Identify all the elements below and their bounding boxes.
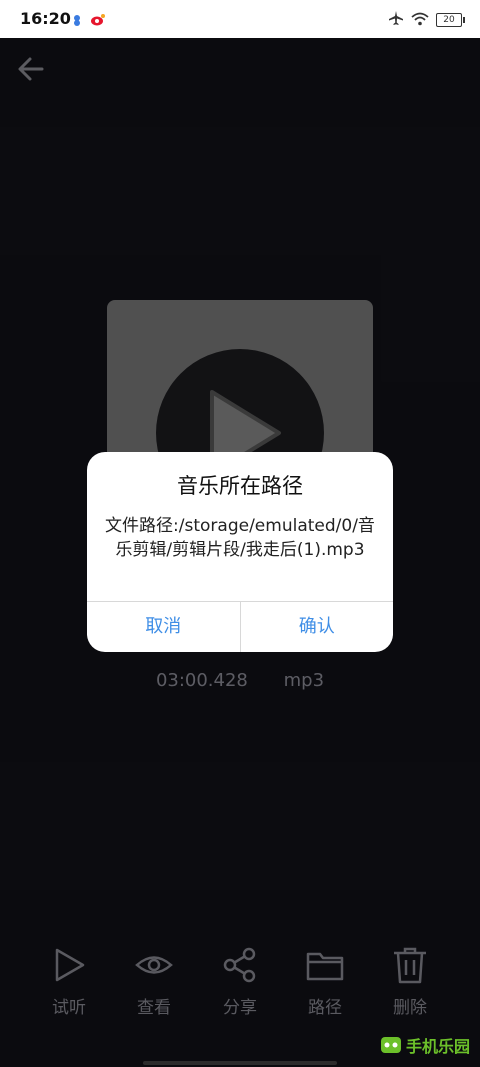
watermark-logo-icon (380, 1037, 401, 1053)
dialog-message: 文件路径:/storage/emulated/0/音乐剪辑/剪辑片段/我走后(1… (105, 516, 375, 560)
cancel-button[interactable]: 取消 (87, 602, 240, 652)
status-right: 20 (388, 10, 465, 30)
confirm-button[interactable]: 确认 (239, 602, 394, 652)
dialog-title: 音乐所在路径 (177, 474, 303, 498)
status-time: 16:20 (20, 9, 71, 28)
status-bar: 16:20 20 (0, 0, 480, 38)
dialog-buttons: 取消 确认 (87, 601, 393, 652)
path-dialog: 音乐所在路径 文件路径:/storage/emulated/0/音乐剪辑/剪辑片… (87, 452, 393, 652)
wifi-icon (411, 11, 429, 30)
airplane-icon (388, 10, 404, 30)
watermark: 手机乐园 (379, 1033, 470, 1057)
weibo-icon (90, 12, 106, 31)
watermark-text: 手机乐园 (405, 1037, 470, 1056)
battery-icon: 20 (436, 13, 465, 27)
notification-app-icon (70, 12, 84, 31)
